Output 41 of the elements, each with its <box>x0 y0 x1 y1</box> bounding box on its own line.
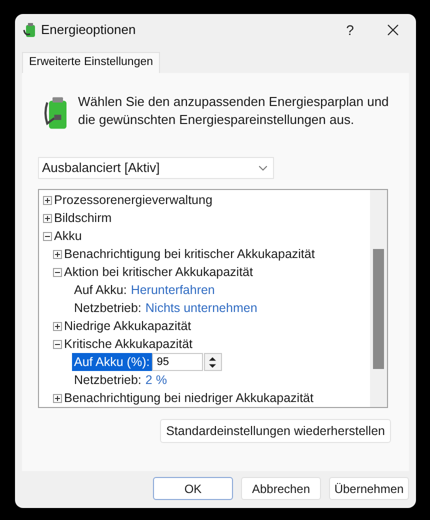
expand-icon[interactable] <box>53 322 62 330</box>
window-title: Energieoptionen <box>41 21 136 40</box>
chevron-down-icon <box>259 166 267 170</box>
restore-defaults-button[interactable]: Standardeinstellungen wiederherstellen <box>160 419 391 443</box>
setting-label[interactable]: Auf Akku (%): <box>72 352 152 372</box>
tree-item[interactable]: Aktion bei kritischer Akkukapazität <box>64 262 253 282</box>
value-field[interactable]: 95 <box>152 353 203 371</box>
expand-icon[interactable] <box>43 196 52 204</box>
plan-dropdown[interactable]: Ausbalanciert [Aktiv] <box>38 157 274 179</box>
tree-item[interactable]: Akku <box>54 226 82 246</box>
tree-item[interactable]: Bildschirm <box>54 208 112 228</box>
tree-item[interactable]: Benachrichtigung bei niedriger Akkukapazität <box>64 388 314 407</box>
down-arrow-icon <box>209 364 216 368</box>
expand-icon[interactable] <box>53 394 62 402</box>
dialog-button[interactable]: Abbrechen <box>241 477 321 500</box>
tree-item[interactable]: Benachrichtigung bei kritischer Akkukapazität <box>64 244 315 264</box>
tree-item[interactable]: Prozessorenergieverwaltung <box>54 190 212 210</box>
collapse-icon[interactable] <box>43 232 52 240</box>
setting-label: Auf Akku: <box>74 282 127 299</box>
help-button[interactable]: ? <box>330 15 370 45</box>
setting-label: Netzbetrieb: <box>74 372 142 389</box>
scrollbar-thumb[interactable] <box>373 249 384 369</box>
setting-value-link[interactable]: 2 % <box>145 370 167 390</box>
tree-item[interactable]: Kritische Akkukapazität <box>64 334 193 354</box>
battery-plug-icon <box>22 22 38 38</box>
tree-item[interactable]: Niedrige Akkukapazität <box>64 316 192 336</box>
up-arrow-icon <box>209 357 216 361</box>
setting-value-link[interactable]: Herunterfahren <box>130 280 215 300</box>
setting-value-link[interactable]: Nichts unternehmen <box>145 298 258 318</box>
collapse-icon[interactable] <box>53 268 62 276</box>
tab[interactable]: Erweiterte Einstellungen <box>22 52 160 73</box>
expand-icon[interactable] <box>43 214 52 222</box>
scrollbar[interactable] <box>370 190 387 407</box>
collapse-icon[interactable] <box>53 340 62 348</box>
dialog-button[interactable]: Übernehmen <box>329 477 409 500</box>
expand-icon[interactable] <box>53 250 62 258</box>
setting-label: Netzbetrieb: <box>74 300 142 317</box>
intro-text: Wählen Sie den anzupassenden Energiesparplan und die gewünschten Energiespareinstellungen aus. <box>78 93 390 129</box>
close-icon <box>387 24 399 36</box>
spin-buttons[interactable] <box>204 353 222 371</box>
dialog-button[interactable]: OK <box>153 477 233 500</box>
